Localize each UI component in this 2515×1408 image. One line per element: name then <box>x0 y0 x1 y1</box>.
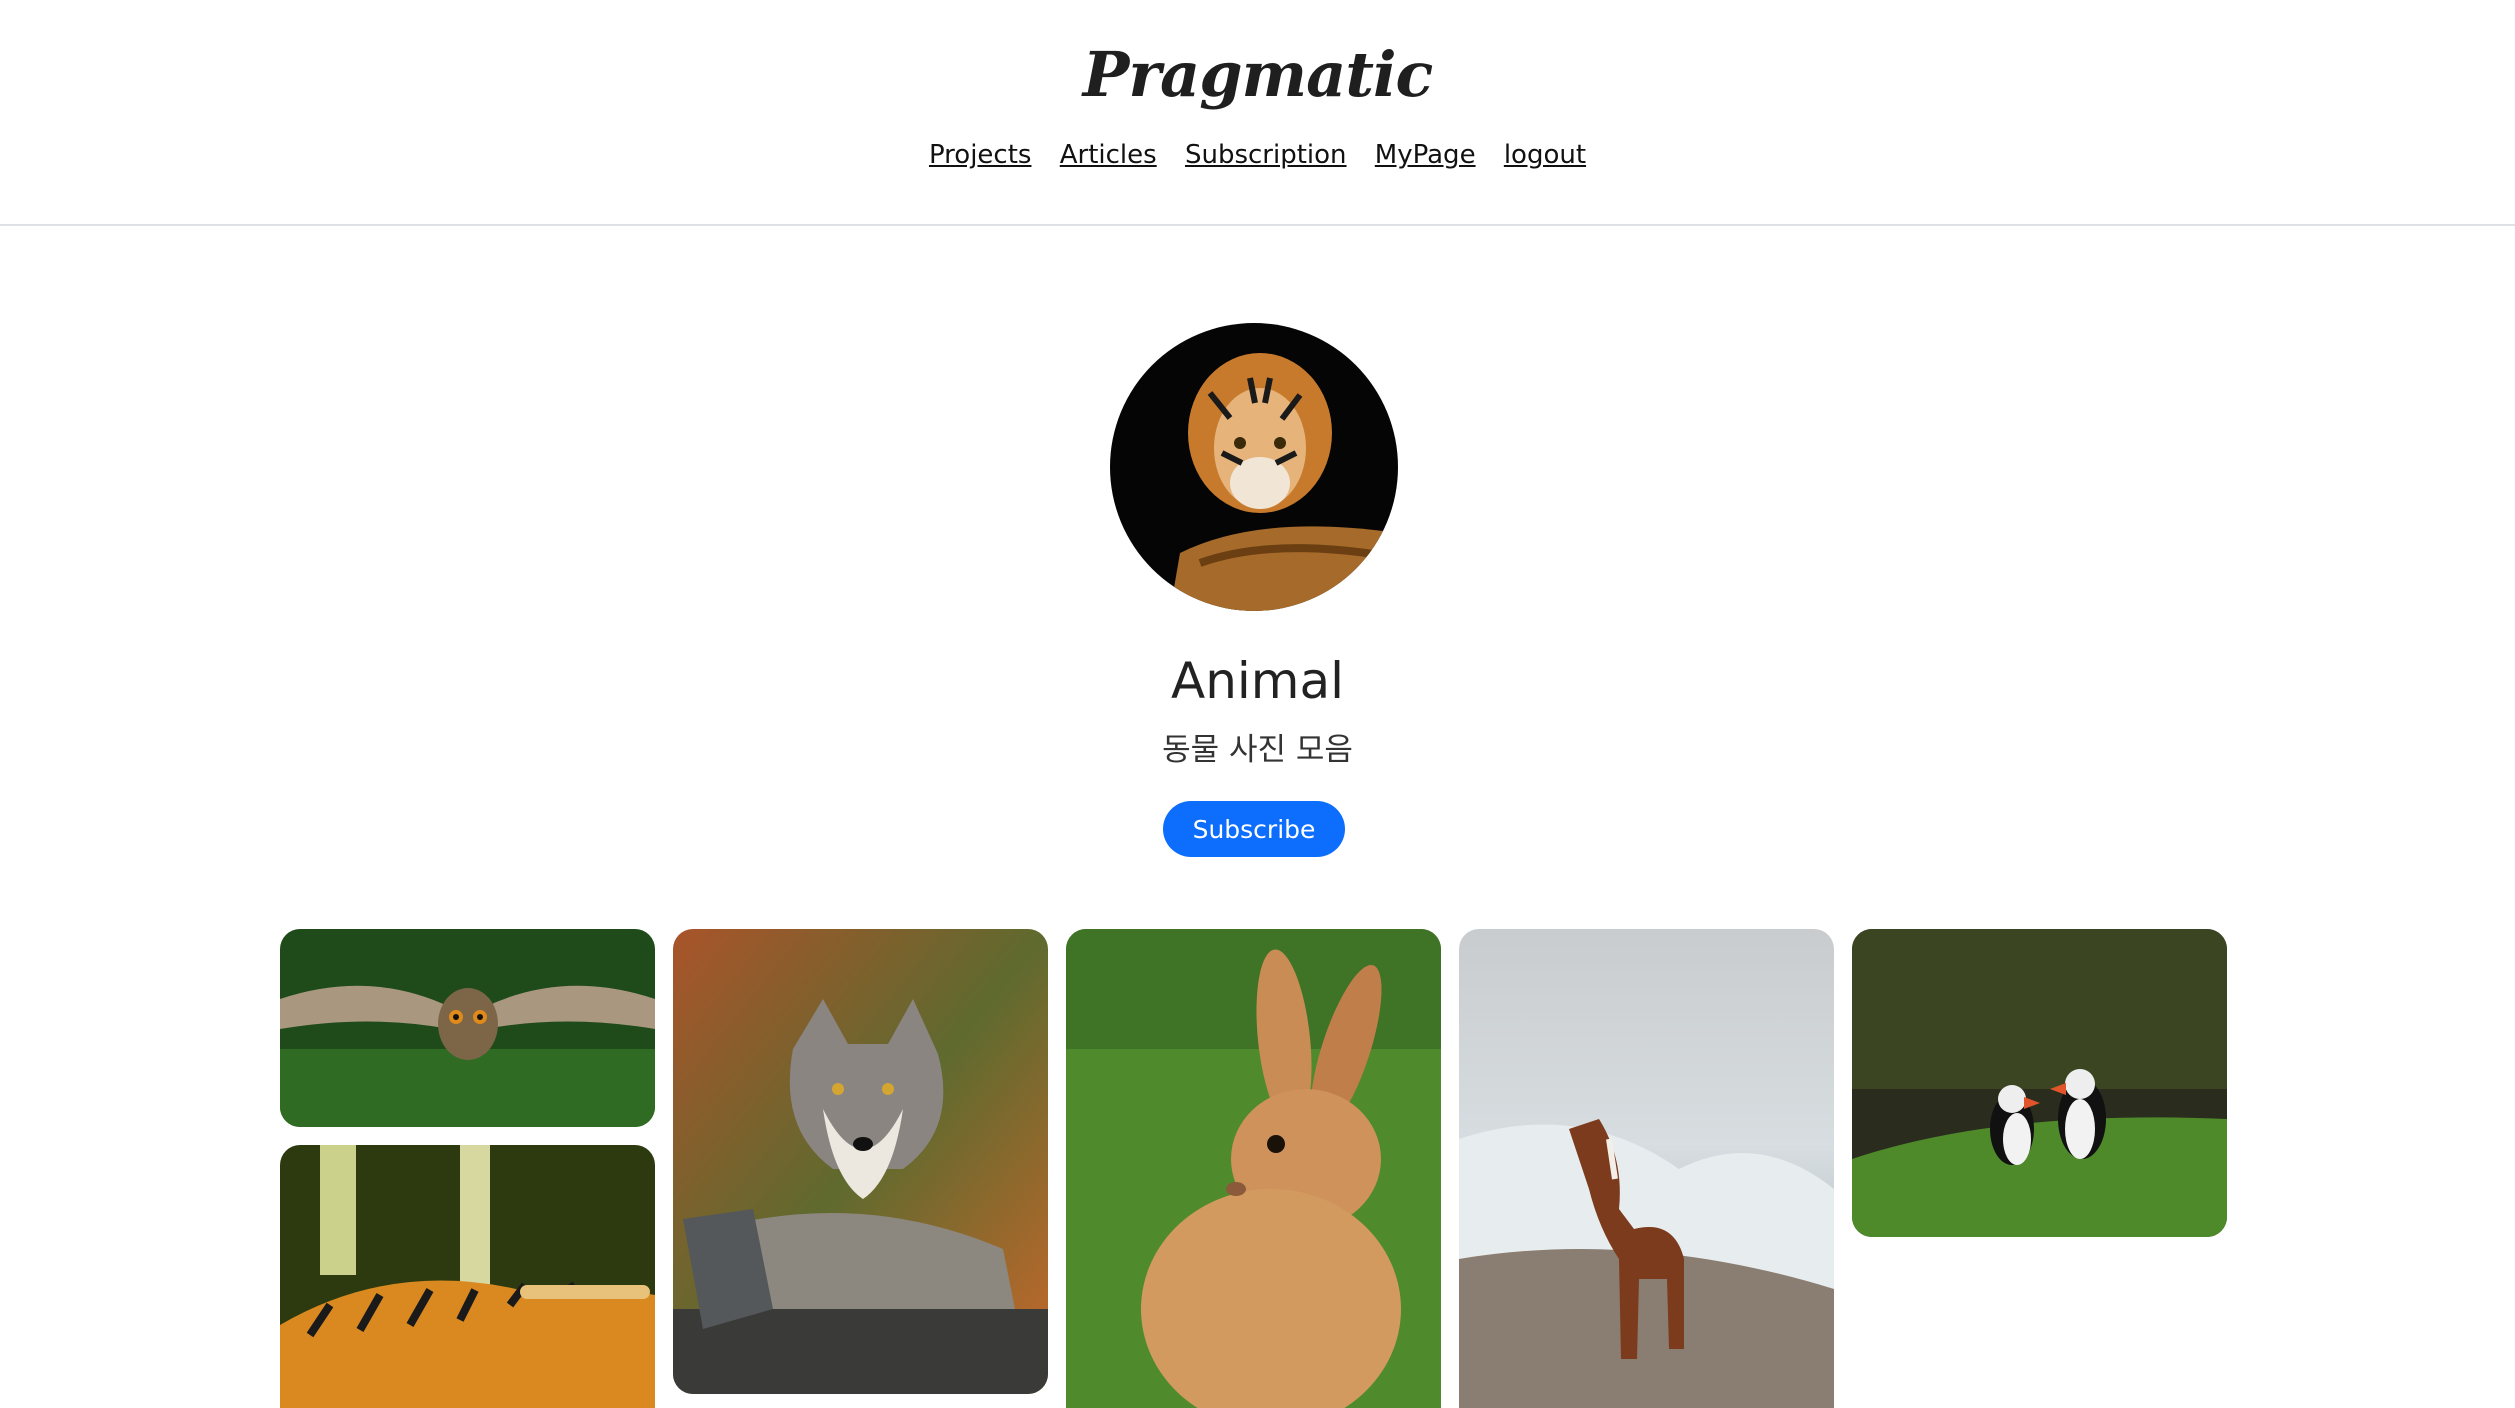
subscribe-button[interactable]: Subscribe <box>1163 801 1345 857</box>
nav-projects[interactable]: Projects <box>929 140 1032 170</box>
article-card-rabbit[interactable] <box>1066 929 1441 1408</box>
project-profile-image <box>1110 323 1398 611</box>
site-header: Pragmatic Projects Articles Subscription… <box>0 0 2515 226</box>
article-card-horse[interactable] <box>1459 929 1834 1408</box>
rabbit-photo <box>1066 929 1441 1408</box>
article-card-tiger[interactable] <box>280 1145 655 1408</box>
article-card-puffins[interactable] <box>1852 929 2227 1237</box>
nav-logout[interactable]: logout <box>1504 140 1586 170</box>
project-description: 동물 사진 모음 <box>1162 732 1353 768</box>
nav-subscription[interactable]: Subscription <box>1185 140 1347 170</box>
tiger-photo <box>280 1145 655 1408</box>
wolf-photo <box>673 929 1048 1394</box>
owl-photo <box>280 929 655 1127</box>
nav-articles[interactable]: Articles <box>1060 140 1157 170</box>
puffins-photo <box>1852 929 2227 1237</box>
nav-mypage[interactable]: MyPage <box>1375 140 1476 170</box>
site-logo[interactable]: Pragmatic <box>0 38 2515 111</box>
article-card-wolf[interactable] <box>673 929 1048 1394</box>
horse-photo <box>1459 929 1834 1408</box>
project-title: Animal <box>1170 652 1345 710</box>
main-nav: Projects Articles Subscription MyPage lo… <box>0 140 2515 170</box>
article-card-owl[interactable] <box>280 929 655 1127</box>
